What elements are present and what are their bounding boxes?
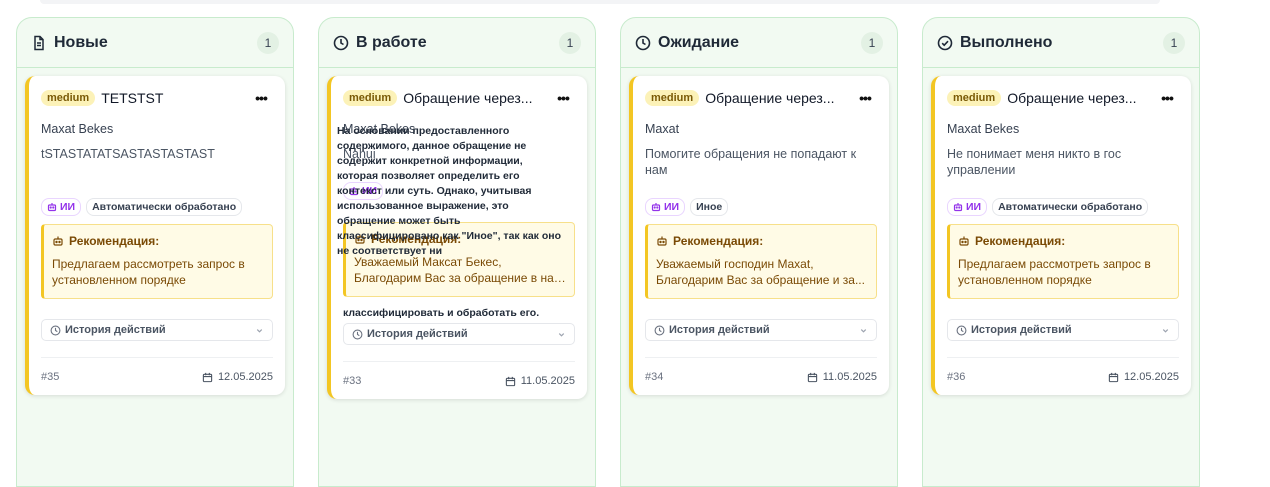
- clock-icon: [50, 325, 61, 335]
- ticket-title: Обращение через...: [1007, 90, 1137, 106]
- ticket-id: #35: [41, 371, 60, 383]
- column-title: Ожидание: [658, 33, 740, 51]
- priority-badge: medium: [41, 90, 96, 106]
- more-options-icon[interactable]: •••: [249, 90, 273, 106]
- ai-tag: ИИ: [645, 198, 686, 216]
- check-circle-icon: [937, 35, 953, 51]
- recommendation-box: Рекомендация: Уважаемый господин Maxat, …: [645, 224, 877, 299]
- tag-list: ИИ Автоматически обработано: [41, 198, 273, 216]
- calendar-icon: [807, 372, 817, 382]
- priority-badge: medium: [343, 90, 398, 106]
- kanban-board: Новые 1 medium TETSTST ••• Maxat Bekes t…: [16, 17, 1200, 487]
- ticket-title: Обращение через...: [705, 90, 835, 106]
- robot-icon: [959, 236, 969, 246]
- ticket-date: 11.05.2025: [807, 371, 877, 383]
- history-dropdown[interactable]: История действий: [947, 319, 1179, 341]
- robot-icon: [651, 203, 661, 212]
- chevron-down-icon: [558, 332, 565, 337]
- recommendation-box: Рекомендация: Предлагаем рассмотреть зап…: [41, 224, 273, 299]
- ticket-date: 12.05.2025: [202, 371, 273, 383]
- column-count-badge: 1: [1163, 31, 1185, 54]
- history-dropdown[interactable]: История действий: [41, 319, 273, 341]
- ticket-author: Maxat Bekes: [41, 122, 114, 136]
- column-done: Выполнено 1 medium Обращение через... ••…: [922, 17, 1200, 487]
- tag-list: ИИ Автоматически обработано: [947, 198, 1179, 216]
- ai-tag: ИИ: [41, 198, 82, 216]
- more-options-icon[interactable]: •••: [853, 90, 877, 106]
- history-dropdown[interactable]: История действий: [343, 323, 575, 345]
- ticket-id: #33: [343, 375, 362, 387]
- robot-icon: [953, 203, 963, 212]
- clock-icon: [956, 325, 967, 335]
- column-waiting: Ожидание 1 medium Обращение через... •••…: [620, 17, 898, 487]
- column-count-badge: 1: [257, 31, 279, 54]
- recommendation-label: Рекомендация:: [673, 234, 764, 248]
- robot-icon: [47, 203, 57, 212]
- ticket-date: 12.05.2025: [1108, 371, 1179, 383]
- calendar-icon: [1108, 372, 1119, 382]
- ticket-id: #34: [645, 371, 664, 383]
- ticket-card[interactable]: medium Обращение через... ••• Maxat Beke…: [327, 76, 587, 399]
- status-tag: Автоматически обработано: [992, 198, 1149, 216]
- ticket-description: Помогите обращения не попадают к нам: [645, 147, 857, 177]
- recommendation-text: Предлагаем рассмотреть запрос в установл…: [52, 257, 245, 287]
- clock-icon: [333, 35, 349, 51]
- recommendation-label: Рекомендация:: [975, 234, 1066, 248]
- chevron-down-icon: [860, 328, 867, 333]
- calendar-icon: [505, 376, 515, 386]
- document-icon: [31, 35, 47, 51]
- ai-analysis-tail: классифицировать и обработать его.: [343, 307, 540, 319]
- ticket-card[interactable]: medium Обращение через... ••• Maxat Beke…: [931, 76, 1191, 395]
- ticket-author: Maxat: [645, 122, 680, 136]
- column-title: Выполнено: [960, 33, 1053, 51]
- recommendation-text: Предлагаем рассмотреть запрос в установл…: [958, 257, 1151, 287]
- priority-badge: medium: [947, 90, 1002, 106]
- more-options-icon[interactable]: •••: [1155, 90, 1179, 106]
- chevron-down-icon: [1162, 328, 1169, 333]
- ai-tag: ИИ: [947, 198, 988, 216]
- ticket-author: Maxat Bekes: [947, 122, 1020, 136]
- ticket-card[interactable]: medium Обращение через... ••• Maxat Помо…: [629, 76, 889, 395]
- column-header: В работе 1: [319, 18, 595, 68]
- ai-analysis-text: На основании предоставленного содержимог…: [337, 125, 562, 257]
- robot-icon: [53, 236, 63, 246]
- column-count-badge: 1: [861, 31, 883, 54]
- clock-icon: [654, 325, 665, 335]
- column-header: Ожидание 1: [621, 18, 897, 68]
- status-tag: Автоматически обработано: [86, 198, 243, 216]
- column-header: Новые 1: [17, 18, 293, 68]
- robot-icon: [657, 236, 667, 246]
- ticket-card[interactable]: medium TETSTST ••• Maxat Bekes tSTASTATA…: [25, 76, 285, 395]
- column-title: Новые: [54, 33, 108, 51]
- clock-icon: [352, 329, 363, 339]
- column-header: Выполнено 1: [923, 18, 1199, 68]
- recommendation-text: Уважаемый господин Maxat, Благодарим Вас…: [656, 257, 865, 287]
- clock-icon: [635, 35, 651, 51]
- tag-list: ИИ Иное: [645, 198, 877, 216]
- chevron-down-icon: [256, 328, 263, 333]
- more-options-icon[interactable]: •••: [551, 90, 575, 106]
- top-panel-edge: [40, 0, 1160, 4]
- ticket-description: tSTASTATATSASTASTASTAST: [41, 147, 215, 161]
- recommendation-box: Рекомендация: Предлагаем рассмотреть зап…: [947, 224, 1179, 299]
- history-dropdown[interactable]: История действий: [645, 319, 877, 341]
- column-new: Новые 1 medium TETSTST ••• Maxat Bekes t…: [16, 17, 294, 487]
- column-count-badge: 1: [559, 31, 581, 54]
- recommendation-label: Рекомендация:: [69, 234, 160, 248]
- ticket-date: 11.05.2025: [505, 375, 575, 387]
- ticket-id: #36: [947, 371, 966, 383]
- column-in-progress: В работе 1 medium Обращение через... •••…: [318, 17, 596, 487]
- calendar-icon: [202, 372, 213, 382]
- ticket-title: Обращение через...: [403, 90, 533, 106]
- ticket-description: Не понимает меня никто в гос управлении: [947, 147, 1122, 177]
- column-title: В работе: [356, 33, 427, 51]
- priority-badge: medium: [645, 90, 700, 106]
- category-tag: Иное: [690, 198, 729, 216]
- ticket-title: TETSTST: [101, 90, 164, 106]
